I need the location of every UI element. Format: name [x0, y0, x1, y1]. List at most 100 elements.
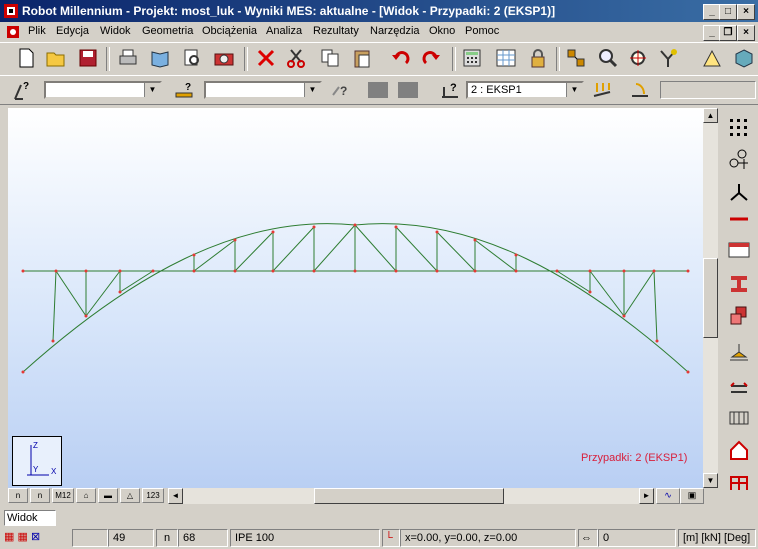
menu-plik[interactable]: Plik	[28, 25, 46, 37]
menu-widok[interactable]: Widok	[100, 25, 131, 37]
paste-button[interactable]	[350, 46, 374, 70]
menu-obciazenia[interactable]: Obciążenia	[202, 25, 257, 37]
document-icon[interactable]	[5, 24, 21, 40]
zoom-button[interactable]	[596, 46, 620, 70]
node	[435, 269, 439, 273]
nodes-grid-button[interactable]	[725, 114, 753, 142]
wave-icon: ∿	[664, 490, 672, 500]
axis-definition-button[interactable]	[725, 146, 753, 174]
units[interactable]: [m] [kN] [Deg]	[678, 529, 756, 547]
screen-capture-button[interactable]	[212, 46, 236, 70]
drawing-button[interactable]	[700, 46, 724, 70]
supports-button[interactable]	[725, 178, 753, 206]
profile-button[interactable]	[725, 270, 753, 298]
drafting-icon	[703, 49, 721, 67]
scroll-thumb[interactable]	[703, 258, 718, 338]
materials-button[interactable]	[725, 302, 753, 330]
doc-restore-button[interactable]: ❐	[719, 25, 737, 41]
tab-supports[interactable]: △	[120, 488, 140, 503]
scroll-up-icon[interactable]: ▲	[703, 108, 718, 123]
support-small-icon: △	[126, 491, 134, 500]
copy-button[interactable]	[318, 46, 342, 70]
command-field[interactable]: Widok	[4, 510, 56, 526]
open-button[interactable]	[44, 46, 68, 70]
menu-geometria[interactable]: Geometria	[142, 25, 193, 37]
tab-m12[interactable]: M12	[52, 488, 74, 503]
doc-close-button[interactable]: ×	[737, 25, 755, 41]
bottom-tab-bar: n n M12 ⌂ ▬ △ 123	[8, 488, 168, 504]
filter-button[interactable]: ?	[328, 78, 352, 102]
bars-icon: n	[156, 529, 178, 547]
node	[588, 269, 592, 273]
load-display-button[interactable]	[590, 78, 614, 102]
red-boxes-icon[interactable]: ▦	[4, 531, 14, 543]
node-selection-button[interactable]: ?	[10, 78, 34, 102]
undo-button[interactable]	[388, 46, 412, 70]
layout-button[interactable]	[732, 46, 756, 70]
scroll-down-icon[interactable]: ▼	[703, 473, 718, 488]
snap-button[interactable]	[564, 46, 588, 70]
scroll-left-icon[interactable]: ◄	[168, 488, 183, 504]
tab-bars[interactable]: n	[30, 488, 50, 503]
structure-view[interactable]: Z Y X Przypadki: 2 (EKSP1)	[8, 108, 703, 488]
loads-grid-icon	[729, 411, 749, 425]
bar-selection-combo[interactable]: ▼	[204, 81, 322, 99]
menu-analiza[interactable]: Analiza	[266, 25, 302, 37]
node	[394, 269, 398, 273]
view-3d-button[interactable]: ▣	[680, 488, 704, 504]
release-button[interactable]	[725, 374, 753, 402]
node	[312, 225, 316, 229]
bar-sections-button[interactable]	[725, 236, 753, 264]
menu-okno[interactable]: Okno	[429, 25, 455, 37]
tab-sections[interactable]: ⌂	[76, 488, 96, 503]
close-button[interactable]: ×	[737, 4, 755, 20]
cross-grid-icon[interactable]: ⊠	[31, 531, 40, 543]
node	[622, 269, 626, 273]
load-case-combo[interactable]: 2 : EKSP1 ▼	[466, 81, 584, 99]
menu-edycja[interactable]: Edycja	[56, 25, 89, 37]
redo-button[interactable]	[420, 46, 444, 70]
menu-pomoc[interactable]: Pomoc	[465, 25, 499, 37]
preview-button[interactable]	[180, 46, 204, 70]
bar-line-icon	[730, 217, 748, 221]
grid-icon[interactable]: ▦	[17, 531, 27, 543]
horizontal-scrollbar[interactable]: ◄ ►	[168, 488, 654, 504]
zoom-window-button[interactable]	[626, 46, 650, 70]
load-table-button[interactable]	[628, 78, 652, 102]
h-scroll-thumb[interactable]	[314, 488, 504, 504]
menu-rezultaty[interactable]: Rezultaty	[313, 25, 359, 37]
scroll-right-icon[interactable]: ►	[639, 488, 654, 504]
supports-definition-button[interactable]	[725, 338, 753, 366]
case-selection-button[interactable]: ?	[438, 78, 462, 102]
frame-button[interactable]	[725, 468, 753, 496]
structure-type-button[interactable]	[656, 46, 680, 70]
loads-button[interactable]	[725, 404, 753, 432]
save-button[interactable]	[76, 46, 100, 70]
print-button[interactable]	[116, 46, 140, 70]
menu-narzedzia[interactable]: Narzędzia	[370, 25, 420, 37]
node	[622, 314, 626, 318]
svg-text:?: ?	[340, 84, 347, 98]
tab-loads[interactable]: ▬	[98, 488, 118, 503]
bars-button[interactable]	[725, 204, 753, 232]
deformation-button[interactable]: ∿	[656, 488, 680, 504]
calculations-button[interactable]	[494, 46, 518, 70]
axis-triad[interactable]: Z Y X	[12, 436, 62, 486]
delete-button[interactable]	[254, 46, 278, 70]
section-name: IPE 100	[230, 529, 380, 547]
vertical-scrollbar[interactable]: ▲ ▼	[703, 108, 718, 488]
node-selection-combo[interactable]: ▼	[44, 81, 162, 99]
new-button[interactable]	[14, 46, 38, 70]
calculator-button[interactable]	[460, 46, 484, 70]
bar-selection-button[interactable]: ?	[172, 78, 196, 102]
print-preview-button[interactable]	[148, 46, 172, 70]
house-button[interactable]	[725, 436, 753, 464]
disabled-button-1	[368, 82, 388, 98]
tab-numbers[interactable]: 123	[142, 488, 164, 503]
tab-nodes[interactable]: n	[8, 488, 28, 503]
maximize-button[interactable]: □	[719, 4, 737, 20]
section-icon: ⌂	[83, 491, 89, 500]
new-file-icon	[19, 48, 34, 68]
cut-button[interactable]	[284, 46, 308, 70]
lock-button[interactable]	[526, 46, 550, 70]
